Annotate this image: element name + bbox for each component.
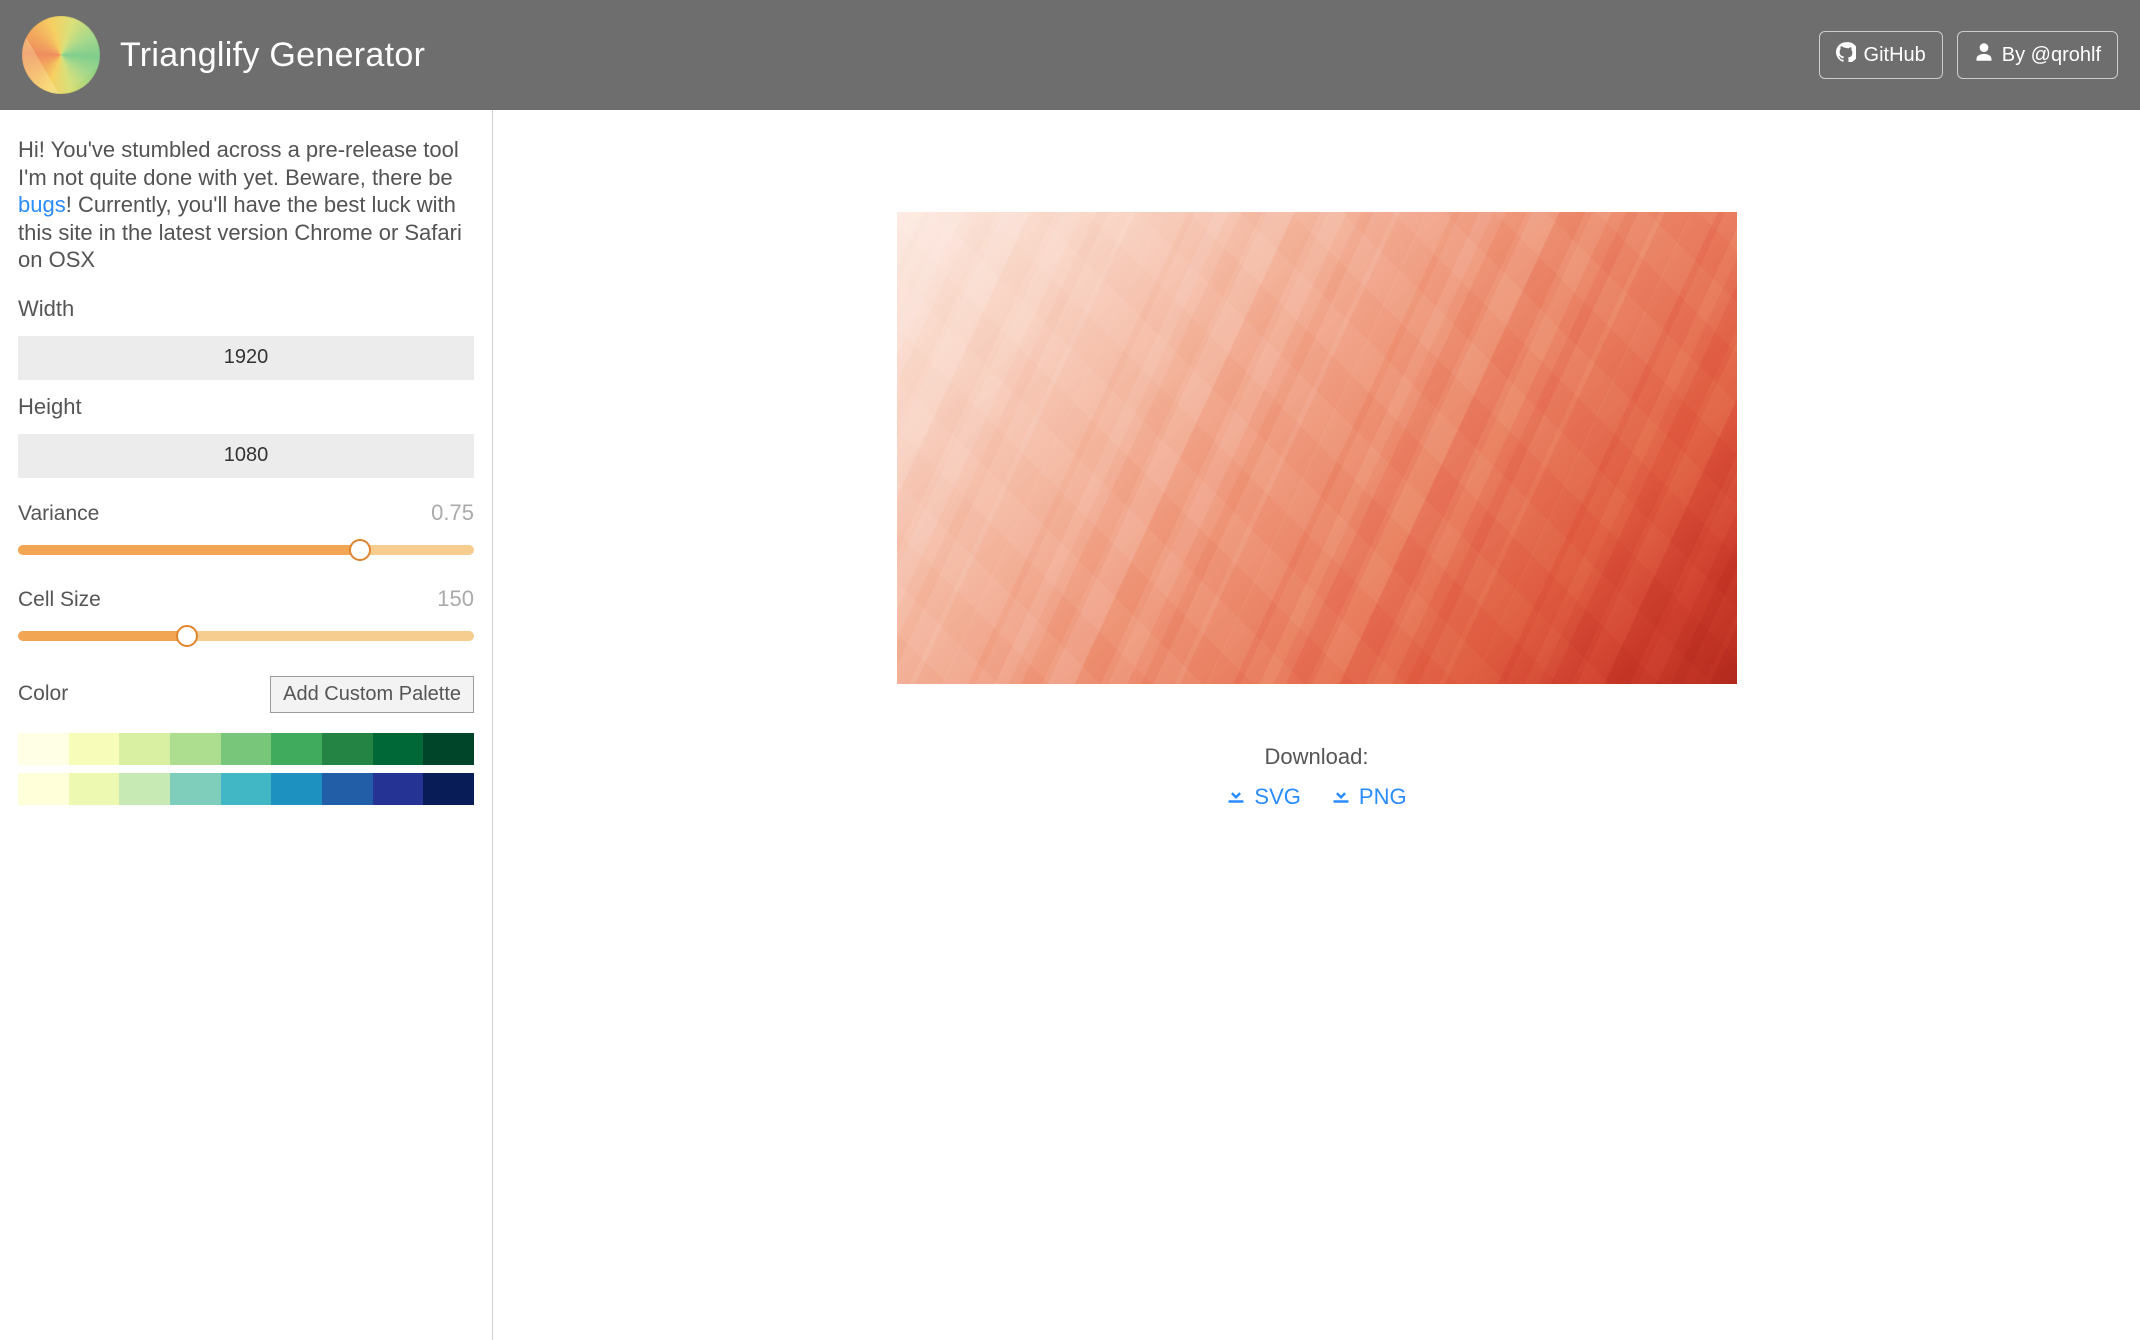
download-label: Download: [1226,744,1406,770]
author-label: By @qrohlf [2002,44,2101,67]
user-icon [1974,42,1994,68]
download-icon [1331,784,1351,810]
palette-swatch [170,733,221,765]
download-links: SVG PNG [1226,784,1406,810]
color-row: Color Add Custom Palette [18,676,474,713]
download-svg-label: SVG [1254,784,1300,810]
controls-sidebar: Hi! You've stumbled across a pre-release… [0,110,493,1340]
cellsize-slider[interactable] [18,622,474,650]
height-label: Height [18,394,474,420]
palette-option[interactable] [18,733,474,765]
preview-pane: Download: SVG PNG [493,110,2140,1340]
intro-text: Hi! You've stumbled across a pre-release… [18,136,474,274]
main-layout: Hi! You've stumbled across a pre-release… [0,110,2140,1340]
header-actions: GitHub By @qrohlf [1819,31,2118,79]
palette-swatch [271,773,322,805]
download-section: Download: SVG PNG [1226,744,1406,810]
cellsize-row: Cell Size 150 [18,586,474,612]
variance-label: Variance [18,502,99,526]
palette-swatch [221,733,272,765]
palette-swatch [221,773,272,805]
palette-swatch [18,733,69,765]
palette-swatch [423,733,474,765]
palette-swatch [322,773,373,805]
variance-row: Variance 0.75 [18,500,474,526]
preview-wrap [521,212,2112,684]
cellsize-label: Cell Size [18,588,101,612]
app-title: Trianglify Generator [120,36,1799,75]
height-input[interactable] [18,434,474,478]
download-png-link[interactable]: PNG [1331,784,1407,810]
palette-swatch [69,773,120,805]
github-button[interactable]: GitHub [1819,31,1943,79]
color-label: Color [18,682,68,706]
author-button[interactable]: By @qrohlf [1957,31,2118,79]
palette-swatch [322,733,373,765]
intro-prefix: Hi! You've stumbled across a pre-release… [18,137,459,190]
slider-fill [18,631,187,641]
palette-swatch [119,773,170,805]
variance-value: 0.75 [431,500,474,526]
download-png-label: PNG [1359,784,1407,810]
bugs-link[interactable]: bugs [18,192,66,217]
palette-option[interactable] [18,773,474,805]
download-svg-link[interactable]: SVG [1226,784,1300,810]
slider-thumb[interactable] [176,625,198,647]
app-logo [22,16,100,94]
palette-swatch [119,733,170,765]
github-label: GitHub [1864,44,1926,67]
add-palette-button[interactable]: Add Custom Palette [270,676,474,713]
slider-fill [18,545,360,555]
download-icon [1226,784,1246,810]
palette-swatch [271,733,322,765]
variance-slider[interactable] [18,536,474,564]
github-icon [1836,42,1856,68]
palette-list [18,733,474,805]
width-label: Width [18,296,474,322]
slider-thumb[interactable] [349,539,371,561]
app-header: Trianglify Generator GitHub By @qrohlf [0,0,2140,110]
palette-swatch [69,733,120,765]
palette-swatch [373,773,424,805]
palette-swatch [373,733,424,765]
palette-swatch [18,773,69,805]
palette-swatch [170,773,221,805]
pattern-preview [897,212,1737,684]
intro-suffix: ! Currently, you'll have the best luck w… [18,192,462,272]
width-input[interactable] [18,336,474,380]
cellsize-value: 150 [437,586,474,612]
palette-swatch [423,773,474,805]
